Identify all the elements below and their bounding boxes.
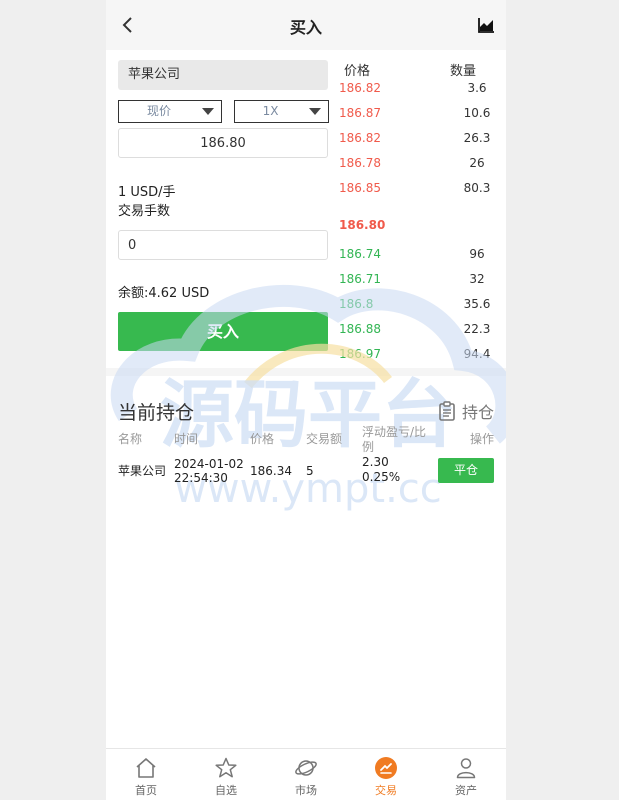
ask-row: 186.78 26 [339,156,506,176]
nav-item-home[interactable]: 首页 [106,753,186,799]
holding-pnl: 2.30 [362,455,389,469]
caret-down-icon [309,108,321,115]
nav-item-market[interactable]: 市场 [266,753,346,799]
area-chart-icon[interactable] [476,15,496,35]
col-pnl-header: 浮动盈亏/比 例 [362,425,426,455]
holding-amount: 5 [306,464,314,478]
ask-row: 186.82 3.6 [339,81,506,101]
clipboard-icon [439,401,455,421]
lots-label: 交易手数 [118,204,171,219]
bid-qty: 22.3 [463,322,491,336]
holdings-link[interactable]: 持仓 [438,399,494,423]
unit-label: 1 USD/手 交易手数 [118,184,176,221]
balance-text: 余额:4.62 USD [118,286,210,301]
orderbook-qty-header: 数量 [450,64,477,79]
col-amount-header: 交易额 [306,432,343,446]
nav-label: 资产 [455,784,477,797]
bid-price: 186.8 [339,297,374,311]
ask-price: 186.87 [339,106,381,120]
bid-row: 186.88 22.3 [339,322,506,342]
ask-qty: 3.6 [467,81,487,95]
user-icon [456,758,476,779]
leverage-select[interactable]: 1X [234,100,329,123]
bid-qty: 96 [469,247,485,261]
ask-price: 186.82 [339,131,381,145]
bid-qty: 94.4 [463,347,491,361]
leverage-value: 1X [262,104,279,118]
star-icon [215,757,237,778]
ask-price: 186.85 [339,181,381,195]
bid-row: 186.8 35.6 [339,297,506,317]
ask-row: 186.82 26.3 [339,131,506,151]
section-divider [106,368,506,376]
bid-price: 186.97 [339,347,381,361]
ask-row: 186.85 80.3 [339,181,506,201]
nav-label: 市场 [295,784,317,797]
col-pnl-header-line1: 浮动盈亏/比 [362,425,427,439]
bid-row: 186.71 32 [339,272,506,292]
order-type-select[interactable]: 现价 [118,100,222,123]
price-input[interactable] [118,128,328,158]
nav-label: 自选 [215,784,237,797]
bid-row: 186.97 94.4 [339,347,506,367]
app-screen: 买入 苹果公司 现价 1X 1 USD/手 交易手数 余额:4.62 USD 买… [106,0,506,800]
unit-per-lot: 1 USD/手 [118,185,176,200]
holding-time: 22:54:30 [174,471,228,485]
holding-pnl-pct: 0.25% [362,470,401,484]
holding-price: 186.34 [250,464,292,478]
current-price: 186.80 [339,218,386,232]
col-name-header: 名称 [118,432,143,446]
col-action-header: 操作 [470,432,495,446]
header-bar: 买入 [106,0,506,50]
quantity-input[interactable] [118,230,328,260]
holdings-title: 当前持仓 [118,402,195,424]
order-type-value: 现价 [146,104,171,118]
holdings-link-label: 持仓 [461,403,494,422]
ask-qty: 80.3 [463,181,491,195]
bid-price: 186.88 [339,322,381,336]
col-price-header: 价格 [250,432,275,446]
bid-price: 186.74 [339,247,381,261]
nav-item-watchlist[interactable]: 自选 [186,753,266,799]
close-position-button[interactable]: 平仓 [438,458,494,483]
nav-item-assets[interactable]: 资产 [426,753,506,799]
stock-name-field: 苹果公司 [118,60,328,90]
ask-qty: 10.6 [463,106,491,120]
holding-name: 苹果公司 [118,464,167,478]
orderbook-price-header: 价格 [344,64,371,79]
caret-down-icon [202,108,214,115]
holding-date: 2024-01-02 [174,457,244,471]
bid-row: 186.74 96 [339,247,506,267]
nav-label: 首页 [135,784,157,797]
ask-price: 186.82 [339,81,381,95]
ask-price: 186.78 [339,156,381,170]
bid-qty: 35.6 [463,297,491,311]
nav-item-trade[interactable]: 交易 [346,753,426,799]
planet-icon [295,760,317,776]
bid-qty: 32 [469,272,485,286]
nav-label: 交易 [375,784,397,797]
trade-icon [375,757,397,779]
col-pnl-header-line2: 例 [362,440,375,454]
ask-qty: 26 [469,156,485,170]
ask-qty: 26.3 [463,131,491,145]
page-title: 买入 [289,18,322,37]
buy-button[interactable]: 买入 [118,312,328,351]
col-time-header: 时间 [174,432,199,446]
bottom-nav: 首页 自选 市场 交易 资产 [106,748,506,800]
home-icon [136,758,156,778]
bid-price: 186.71 [339,272,381,286]
ask-row: 186.87 10.6 [339,106,506,126]
